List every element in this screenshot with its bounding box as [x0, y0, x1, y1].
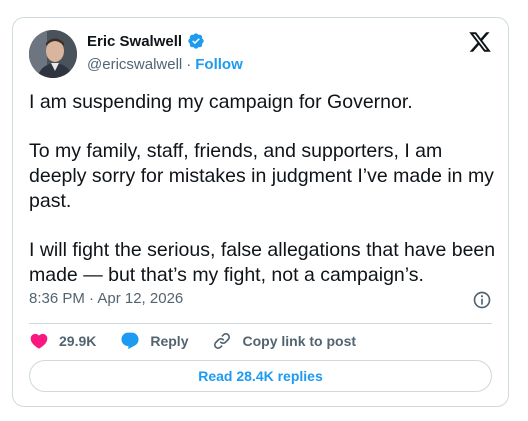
read-replies-button[interactable]: Read 28.4K replies	[29, 360, 492, 392]
x-logo-icon[interactable]	[468, 30, 492, 54]
author-handle[interactable]: @ericswalwell	[87, 56, 182, 73]
author-name-row: Eric Swalwell	[87, 32, 205, 50]
reply-label: Reply	[150, 333, 189, 349]
author-handle-row: @ericswalwell · Follow	[87, 56, 243, 73]
divider	[29, 323, 492, 324]
avatar[interactable]	[29, 30, 77, 78]
avatar-photo	[29, 30, 77, 78]
like-count: 29.9K	[59, 333, 97, 349]
reply-button[interactable]: Reply	[120, 331, 188, 351]
heart-icon	[30, 333, 48, 349]
author-name[interactable]: Eric Swalwell	[87, 33, 182, 50]
reply-bubble-icon	[121, 332, 139, 350]
link-icon	[214, 332, 231, 350]
verified-badge-icon	[188, 33, 204, 49]
tweet-card: Eric Swalwell @ericswalwell · Follow I a…	[12, 17, 509, 407]
follow-button[interactable]: Follow	[195, 56, 243, 73]
action-bar: 29.9K Reply Copy link to post	[29, 330, 380, 352]
tweet-paragraph: I will fight the serious, false allegati…	[29, 239, 496, 286]
copy-link-button[interactable]: Copy link to post	[212, 331, 356, 351]
like-button[interactable]: 29.9K	[29, 331, 96, 351]
copy-link-label: Copy link to post	[242, 333, 357, 349]
tweet-paragraph: To my family, staff, friends, and suppor…	[29, 140, 494, 212]
tweet-text: I am suspending my campaign for Governor…	[29, 90, 499, 288]
tweet-paragraph: I am suspending my campaign for Governor…	[29, 91, 413, 113]
separator-dot: ·	[186, 56, 192, 73]
read-replies-label: Read 28.4K replies	[198, 368, 323, 384]
tweet-timestamp[interactable]: 8:36 PM · Apr 12, 2026	[29, 290, 183, 307]
info-icon[interactable]	[472, 290, 492, 310]
